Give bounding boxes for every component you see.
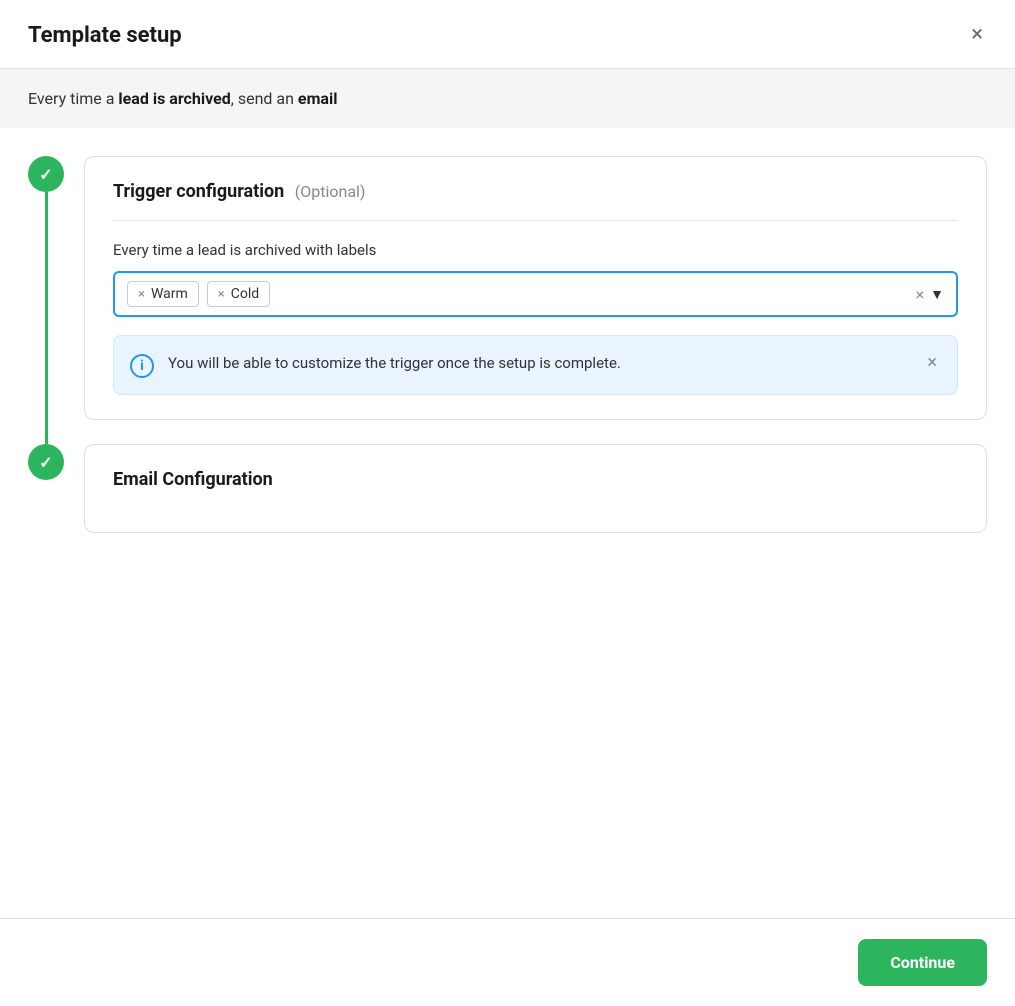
modal-body: ✓ Trigger configuration (Optional) Every… bbox=[0, 128, 1015, 918]
description-middle: , send an bbox=[231, 89, 298, 108]
step2-checkmark: ✓ bbox=[39, 453, 52, 472]
optional-label: (Optional) bbox=[295, 182, 366, 201]
tag-cold-label: Cold bbox=[231, 286, 259, 302]
description-prefix: Every time a bbox=[28, 89, 118, 108]
tag-warm-remove[interactable]: × bbox=[138, 287, 145, 302]
trigger-label: Every time a lead is archived with label… bbox=[113, 241, 958, 259]
close-button[interactable]: × bbox=[967, 20, 987, 50]
trigger-step-row: ✓ Trigger configuration (Optional) Every… bbox=[28, 156, 987, 444]
modal-header: Template setup × bbox=[0, 0, 1015, 69]
modal-title: Template setup bbox=[28, 23, 182, 48]
info-banner: i You will be able to customize the trig… bbox=[113, 335, 958, 395]
steps-layout: ✓ Trigger configuration (Optional) Every… bbox=[28, 156, 987, 533]
tag-warm-label: Warm bbox=[151, 286, 188, 302]
tags-actions: × ▼ bbox=[916, 285, 944, 304]
info-icon: i bbox=[130, 354, 154, 378]
step1-left-col: ✓ bbox=[28, 156, 64, 444]
tag-cold-remove[interactable]: × bbox=[218, 287, 225, 302]
modal-footer: Continue bbox=[0, 918, 1015, 1006]
step1-checkmark: ✓ bbox=[39, 165, 52, 184]
description-bold2: email bbox=[298, 89, 338, 108]
continue-button[interactable]: Continue bbox=[858, 939, 987, 986]
info-close-button[interactable]: × bbox=[923, 352, 941, 373]
email-card-col: Email Configuration bbox=[84, 444, 987, 533]
info-text: You will be able to customize the trigge… bbox=[168, 352, 909, 375]
tags-input[interactable]: × Warm × Cold × ▼ bbox=[113, 271, 958, 317]
step1-connector-line bbox=[45, 192, 48, 444]
trigger-card: Trigger configuration (Optional) Every t… bbox=[84, 156, 987, 420]
email-step-row: ✓ Email Configuration bbox=[28, 444, 987, 533]
trigger-divider bbox=[113, 220, 958, 221]
step1-circle: ✓ bbox=[28, 156, 64, 192]
dropdown-button[interactable]: ▼ bbox=[930, 286, 944, 303]
trigger-card-col: Trigger configuration (Optional) Every t… bbox=[84, 156, 987, 444]
clear-all-button[interactable]: × bbox=[916, 285, 925, 304]
step2-circle: ✓ bbox=[28, 444, 64, 480]
email-card: Email Configuration bbox=[84, 444, 987, 533]
email-card-title: Email Configuration bbox=[113, 469, 958, 490]
tag-warm: × Warm bbox=[127, 281, 199, 307]
tag-cold: × Cold bbox=[207, 281, 270, 307]
step2-left-col: ✓ bbox=[28, 444, 64, 533]
description-banner: Every time a lead is archived, send an e… bbox=[0, 69, 1015, 128]
trigger-card-title: Trigger configuration (Optional) bbox=[113, 181, 958, 202]
description-bold1: lead is archived bbox=[118, 89, 230, 108]
